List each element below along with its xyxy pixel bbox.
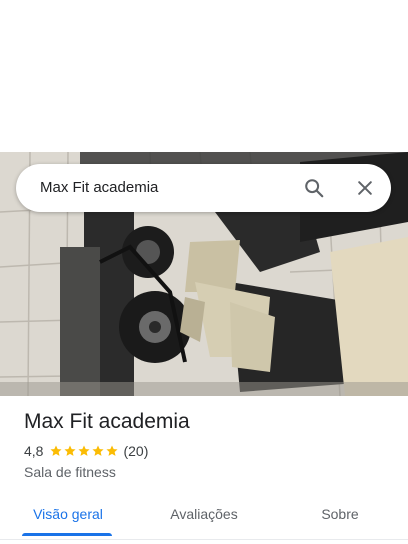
place-title: Max Fit academia — [24, 410, 190, 433]
review-count[interactable]: (20) — [123, 442, 148, 460]
tab-label: Sobre — [321, 506, 359, 522]
search-button[interactable] — [300, 174, 328, 202]
close-icon — [358, 181, 372, 195]
tab-label: Visão geral — [33, 506, 103, 522]
search-icon — [305, 179, 324, 198]
star-icon — [106, 445, 119, 456]
top-blank-area — [0, 0, 408, 152]
star-icon — [92, 445, 105, 456]
place-info: Max Fit academia 4,8 (20) Sala de fitnes… — [24, 408, 394, 481]
place-category[interactable]: Sala de fitness — [24, 463, 394, 481]
place-tabs: Visão geral Avaliações Sobre — [0, 496, 408, 540]
rating-value: 4,8 — [24, 443, 44, 459]
star-icon — [50, 445, 63, 456]
close-button[interactable] — [351, 174, 379, 202]
star-icon — [64, 445, 77, 456]
search-bar[interactable]: Max Fit academia — [16, 164, 391, 212]
star-icon — [78, 445, 91, 456]
active-tab-indicator — [22, 533, 112, 536]
tab-about[interactable]: Sobre — [272, 496, 408, 540]
tab-overview[interactable]: Visão geral — [0, 496, 136, 540]
tab-reviews[interactable]: Avaliações — [136, 496, 272, 540]
search-input[interactable]: Max Fit academia — [40, 178, 158, 198]
rating-stars — [49, 444, 119, 458]
rating-row[interactable]: 4,8 (20) — [24, 442, 394, 460]
tab-divider — [0, 539, 408, 540]
tab-label: Avaliações — [170, 506, 238, 522]
